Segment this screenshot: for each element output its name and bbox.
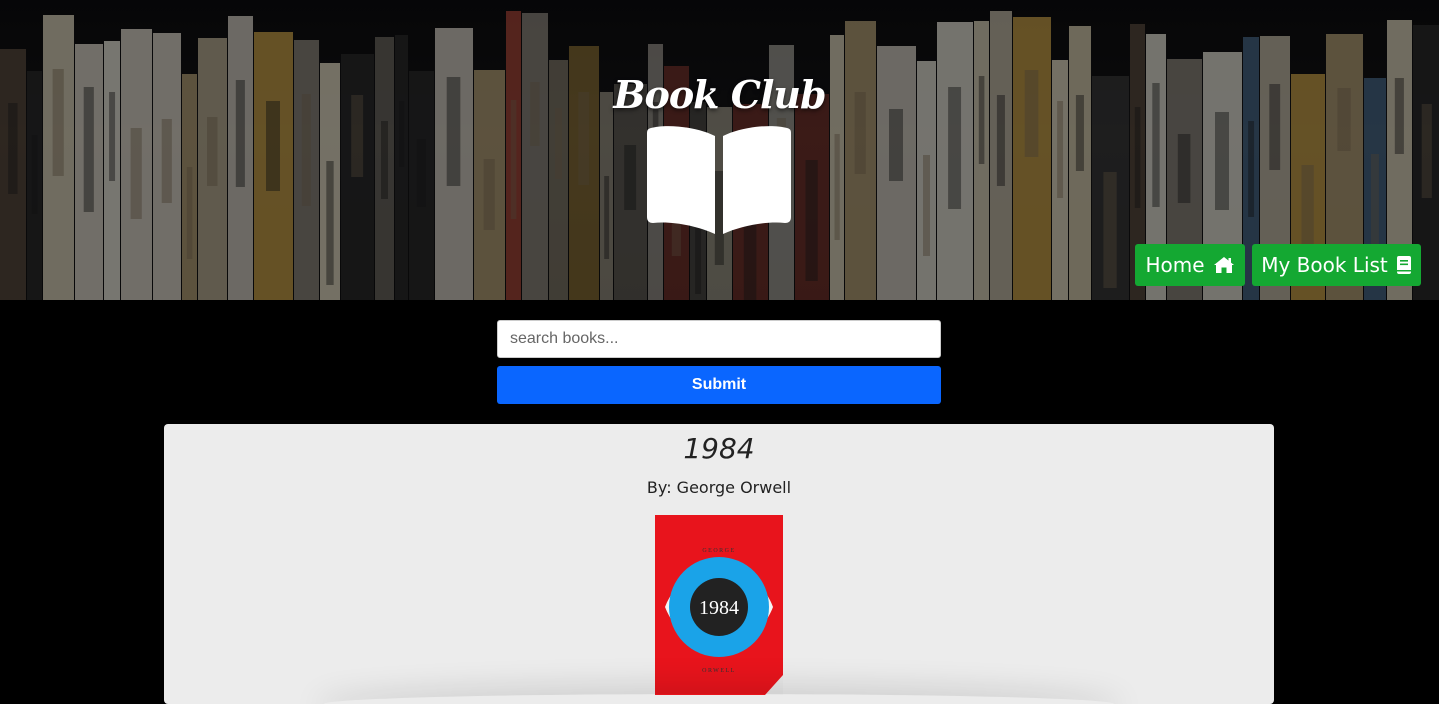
cover-title: 1984 bbox=[699, 597, 739, 619]
search-input[interactable] bbox=[497, 320, 941, 358]
nav-my-book-list-button[interactable]: My Book List bbox=[1252, 244, 1421, 286]
nav-home-button[interactable]: Home bbox=[1135, 244, 1245, 286]
site-title: Book Club bbox=[613, 72, 826, 117]
book-title: 1984 bbox=[683, 432, 755, 465]
book-result-card: 1984 By: George Orwell GEORGE 1984 ORWEL… bbox=[164, 424, 1274, 704]
cover-author-bottom: ORWELL bbox=[702, 668, 736, 674]
book-cover-image[interactable]: GEORGE 1984 ORWELL bbox=[655, 515, 783, 695]
open-book-icon bbox=[647, 126, 791, 234]
home-icon bbox=[1213, 257, 1234, 273]
nav-home-label: Home bbox=[1145, 253, 1205, 277]
hero-banner: Book Club Home My Book List bbox=[0, 0, 1439, 300]
card-inner-shadow bbox=[324, 694, 1114, 704]
submit-button[interactable]: Submit bbox=[497, 366, 941, 404]
book-author: By: George Orwell bbox=[646, 478, 792, 497]
book-icon bbox=[1396, 256, 1411, 274]
nav-my-book-list-label: My Book List bbox=[1261, 253, 1388, 277]
cover-author-top: GEORGE bbox=[702, 548, 735, 554]
